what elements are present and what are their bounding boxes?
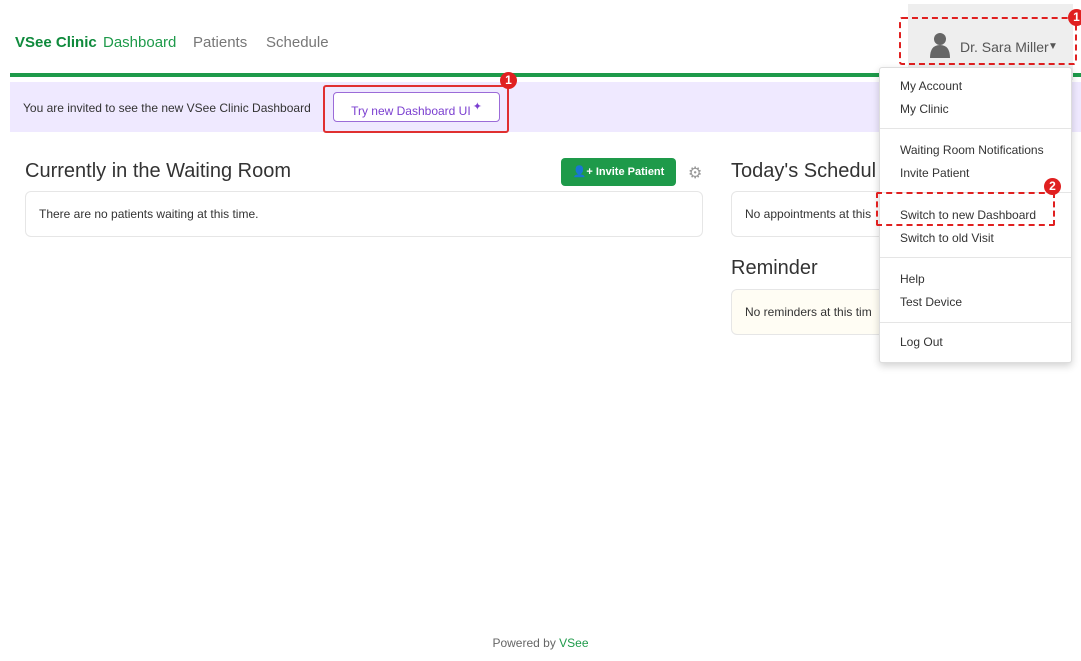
annotation-box-switch-dashboard bbox=[876, 192, 1055, 226]
reminder-panel: No reminders at this tim bbox=[731, 289, 891, 335]
schedule-title: Today's Schedul bbox=[731, 160, 877, 182]
nav-patients[interactable]: Patients bbox=[193, 34, 247, 51]
footer: Powered by VSee bbox=[0, 636, 1081, 650]
menu-item-my-account[interactable]: My Account bbox=[900, 79, 962, 93]
brand-logo[interactable]: VSee Clinic bbox=[15, 34, 97, 51]
waiting-room-title: Currently in the Waiting Room bbox=[25, 160, 292, 182]
invite-banner-text: You are invited to see the new VSee Clin… bbox=[23, 101, 311, 115]
menu-item-switch-old-visit[interactable]: Switch to old Visit bbox=[900, 231, 994, 245]
schedule-panel: No appointments at this bbox=[731, 191, 891, 237]
menu-item-invite-patient[interactable]: Invite Patient bbox=[900, 166, 969, 180]
footer-powered-by: Powered by bbox=[492, 636, 556, 650]
menu-divider bbox=[880, 257, 1071, 258]
annotation-badge: 1 bbox=[500, 72, 517, 89]
menu-item-test-device[interactable]: Test Device bbox=[900, 295, 962, 309]
footer-vsee-link[interactable]: VSee bbox=[559, 636, 588, 650]
menu-item-my-clinic[interactable]: My Clinic bbox=[900, 102, 949, 116]
annotation-box-user-menu bbox=[899, 17, 1077, 65]
menu-divider bbox=[880, 322, 1071, 323]
menu-item-log-out[interactable]: Log Out bbox=[900, 335, 943, 349]
reminder-title: Reminder bbox=[731, 257, 818, 279]
annotation-badge: 1 bbox=[1068, 9, 1081, 26]
menu-item-waiting-room-notifications[interactable]: Waiting Room Notifications bbox=[900, 143, 1044, 157]
nav-schedule[interactable]: Schedule bbox=[266, 34, 329, 51]
schedule-empty-text: No appointments at this bbox=[745, 207, 872, 221]
waiting-room-panel: There are no patients waiting at this ti… bbox=[25, 191, 703, 237]
invite-patient-label: Invite Patient bbox=[595, 166, 665, 178]
reminder-empty-text: No reminders at this tim bbox=[745, 305, 872, 319]
waiting-room-empty-text: There are no patients waiting at this ti… bbox=[39, 207, 259, 221]
nav-dashboard[interactable]: Dashboard bbox=[103, 34, 176, 51]
gear-icon[interactable]: ⚙ bbox=[688, 163, 702, 183]
menu-item-help[interactable]: Help bbox=[900, 272, 925, 286]
invite-patient-button[interactable]: 👤+ Invite Patient bbox=[561, 158, 676, 186]
try-new-dashboard-button[interactable]: Try new Dashboard UI ✦ bbox=[333, 92, 500, 122]
add-user-icon: 👤+ bbox=[572, 166, 593, 178]
try-new-dashboard-label: Try new Dashboard UI bbox=[351, 104, 471, 118]
annotation-badge: 2 bbox=[1044, 178, 1061, 195]
sparkle-icon: ✦ bbox=[472, 101, 482, 113]
menu-divider bbox=[880, 128, 1071, 129]
